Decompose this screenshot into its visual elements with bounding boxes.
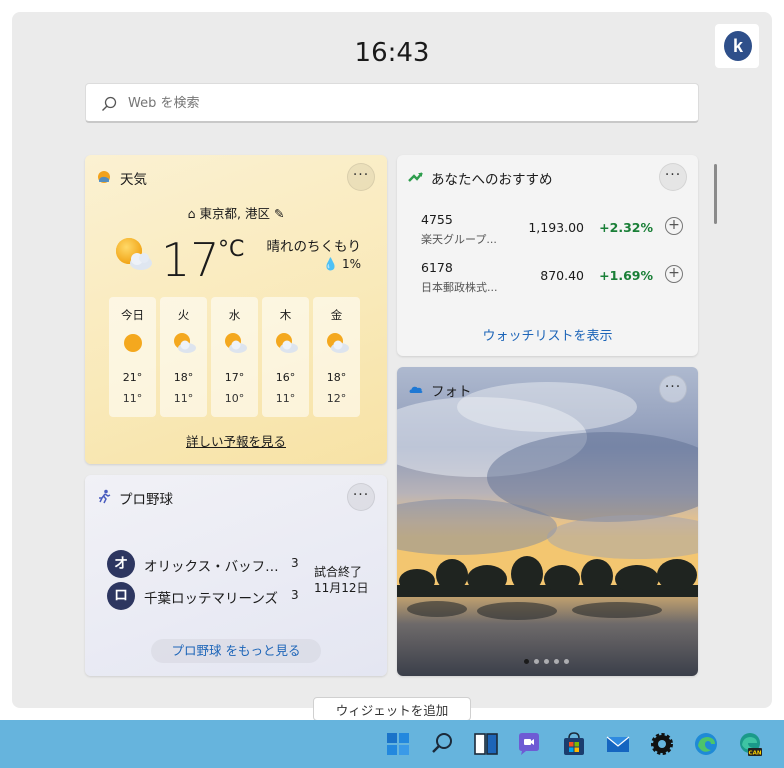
weather-more-button[interactable]: ··· bbox=[347, 163, 375, 191]
baseball-card[interactable]: プロ野球 ··· オ オリックス・バッファローズ 3 ロ 千葉ロッテマリーンズ … bbox=[85, 475, 387, 676]
edge-canary-icon[interactable]: CAN bbox=[737, 731, 763, 757]
weather-condition: 晴れのちくもり bbox=[266, 239, 362, 255]
view-watchlist-link[interactable]: ウォッチリストを表示 bbox=[397, 325, 698, 344]
landscape-photo[interactable] bbox=[397, 367, 698, 676]
stock-trend-icon bbox=[408, 172, 423, 182]
photos-title: フォト bbox=[431, 384, 472, 400]
photos-card[interactable]: フォト ··· bbox=[397, 367, 698, 676]
forecast-list: 今日 21° 11° 火 18° 11° 水 17° 10° 木 16° 11°… bbox=[109, 297, 363, 419]
settings-icon[interactable] bbox=[649, 731, 675, 757]
raindrop-icon: 💧 bbox=[323, 257, 339, 271]
pagination-dot[interactable] bbox=[524, 659, 529, 664]
sunny-icon bbox=[124, 334, 142, 352]
chat-icon[interactable] bbox=[516, 731, 542, 757]
weather-location[interactable]: ⌂ 東京都, 港区 ✎ bbox=[85, 203, 387, 222]
onedrive-cloud-icon bbox=[409, 386, 423, 393]
scrollbar-thumb[interactable] bbox=[714, 164, 717, 224]
baseball-title: プロ野球 bbox=[119, 492, 173, 508]
home-icon: ⌂ bbox=[187, 206, 196, 221]
mail-icon[interactable] bbox=[605, 731, 631, 757]
clock: 16:43 bbox=[354, 38, 430, 68]
recommendations-card[interactable]: あなたへのおすすめ ··· 4755 楽天グループ... 1,193.00 +2… bbox=[397, 155, 698, 356]
task-view-icon[interactable] bbox=[473, 731, 499, 757]
stock-row[interactable]: 6178 日本郵政株式... 870.40 +1.69% + bbox=[421, 260, 683, 298]
current-temperature: 17 bbox=[161, 233, 220, 287]
add-to-watchlist-icon[interactable]: + bbox=[665, 217, 683, 235]
taskbar: CAN bbox=[0, 720, 784, 768]
game-status: 試合終了 11月12日 bbox=[314, 565, 369, 595]
precipitation: 💧 1% bbox=[323, 257, 361, 271]
pagination-dot[interactable] bbox=[544, 659, 549, 664]
recommendations-more-button[interactable]: ··· bbox=[659, 163, 687, 191]
profile-logo-icon: k bbox=[724, 31, 752, 61]
forecast-day[interactable]: 水 17° 10° bbox=[211, 297, 258, 417]
partly-cloudy-icon bbox=[276, 333, 298, 353]
partly-cloudy-icon bbox=[174, 333, 196, 353]
photo-pagination bbox=[524, 659, 574, 667]
partly-cloudy-icon bbox=[225, 333, 247, 353]
team-logo: オ bbox=[107, 550, 135, 578]
search-input[interactable] bbox=[128, 92, 668, 114]
web-search-box[interactable] bbox=[85, 83, 699, 123]
runner-icon bbox=[99, 489, 111, 504]
add-to-watchlist-icon[interactable]: + bbox=[665, 265, 683, 283]
partly-cloudy-icon bbox=[327, 333, 349, 353]
stock-row[interactable]: 4755 楽天グループ... 1,193.00 +2.32% + bbox=[421, 212, 683, 250]
forecast-day[interactable]: 木 16° 11° bbox=[262, 297, 309, 417]
edit-pencil-icon[interactable]: ✎ bbox=[274, 206, 284, 221]
temperature-unit[interactable]: °C bbox=[218, 237, 244, 262]
photos-more-button[interactable]: ··· bbox=[659, 375, 687, 403]
edge-icon[interactable] bbox=[693, 731, 719, 757]
forecast-day[interactable]: 今日 21° 11° bbox=[109, 297, 156, 417]
search-icon bbox=[102, 96, 117, 111]
baseball-more-button[interactable]: ··· bbox=[347, 483, 375, 511]
team-logo: ロ bbox=[107, 582, 135, 610]
profile-avatar[interactable]: k bbox=[715, 24, 759, 68]
weather-title: 天気 bbox=[120, 172, 147, 188]
more-baseball-link[interactable]: プロ野球 をもっと見る bbox=[151, 639, 321, 663]
add-widget-button[interactable]: ウィジェットを追加 bbox=[313, 697, 471, 721]
detailed-forecast-link[interactable]: 詳しい予報を見る bbox=[85, 431, 387, 450]
weather-card[interactable]: 天気 ··· ⌂ 東京都, 港区 ✎ 17 °C 晴れのちくもり 💧 1% 今日… bbox=[85, 155, 387, 464]
svg-text:CAN: CAN bbox=[749, 751, 762, 757]
pagination-dot[interactable] bbox=[564, 659, 569, 664]
pagination-dot[interactable] bbox=[534, 659, 539, 664]
search-icon[interactable] bbox=[429, 731, 455, 757]
pagination-dot[interactable] bbox=[554, 659, 559, 664]
recommendations-title: あなたへのおすすめ bbox=[431, 172, 553, 188]
store-icon[interactable] bbox=[561, 731, 587, 757]
start-icon[interactable] bbox=[385, 731, 411, 757]
forecast-day[interactable]: 金 18° 12° bbox=[313, 297, 360, 417]
partly-cloudy-icon bbox=[116, 238, 152, 270]
weather-logo-icon bbox=[98, 171, 110, 183]
forecast-day[interactable]: 火 18° 11° bbox=[160, 297, 207, 417]
